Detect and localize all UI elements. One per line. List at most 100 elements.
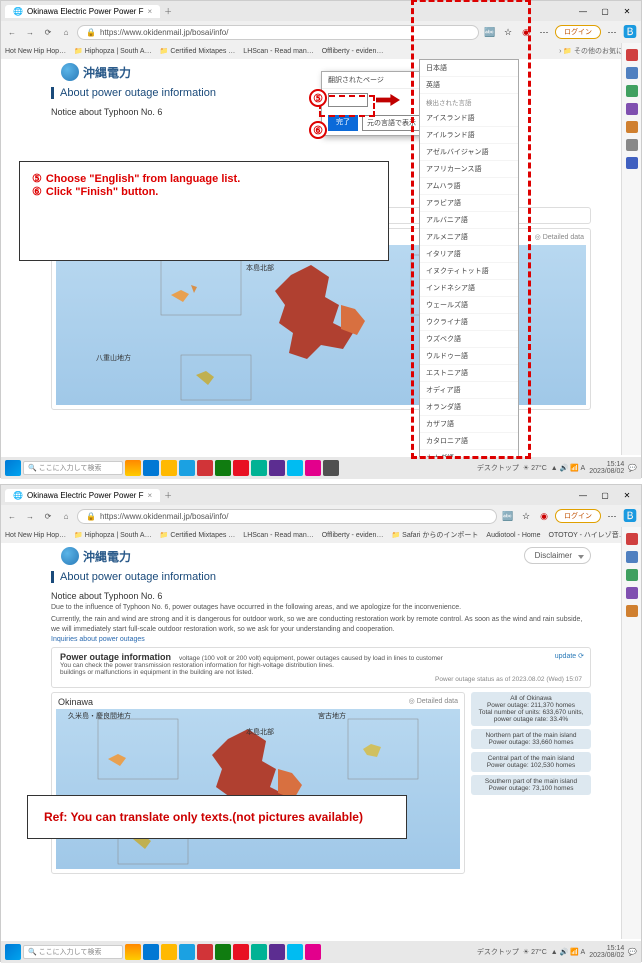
language-dropdown[interactable]: 日本語 英語 検出された言語 アイスランド語 アイルランド語 アゼルバイジャン語… xyxy=(419,59,519,457)
restore-button[interactable]: 元の言語で表示 xyxy=(362,115,421,131)
taskbar-app-icon[interactable] xyxy=(215,944,231,960)
taskbar-weather[interactable]: ☀ 27°C xyxy=(523,948,547,956)
bookmark-item[interactable]: 📁 Safari からのインポート xyxy=(391,530,478,540)
taskbar-desktop[interactable]: デスクトップ xyxy=(477,947,519,957)
opera-icon[interactable]: ◉ xyxy=(537,509,551,523)
star-icon[interactable]: ☆ xyxy=(519,509,533,523)
taskbar-weather[interactable]: ☀ 27°C xyxy=(523,464,547,472)
maximize-button[interactable]: ▢ xyxy=(595,4,615,18)
taskbar-app-icon[interactable] xyxy=(161,460,177,476)
lang-item[interactable]: 日本語 xyxy=(420,60,518,77)
outage-card-north[interactable]: Northern part of the main island Power o… xyxy=(471,729,591,749)
bookmark-item[interactable]: Audiotool - Home xyxy=(486,532,540,539)
taskbar-search[interactable]: 🔍 ここに入力して検索 xyxy=(23,461,123,475)
new-tab-button[interactable]: ＋ xyxy=(164,490,172,501)
taskbar-app-icon[interactable] xyxy=(179,460,195,476)
lang-item[interactable]: アゼルバイジャン語 xyxy=(420,144,518,161)
new-tab-button[interactable]: ＋ xyxy=(164,6,172,17)
sidebar-icon[interactable] xyxy=(626,49,638,61)
taskbar-search[interactable]: 🔍 ここに入力して検索 xyxy=(23,945,123,959)
detailed-data-link[interactable]: ◎ Detailed data xyxy=(535,233,584,243)
detailed-data-link[interactable]: ◎ Detailed data xyxy=(409,697,458,707)
okinawa-map[interactable]: 久米島・慶良間地方 本島北部 宮古地方 八重山地方 xyxy=(56,709,460,869)
lang-item[interactable]: カタロニア語 xyxy=(420,433,518,450)
reload-button[interactable]: ⟳ xyxy=(41,25,55,39)
sidebar-icon[interactable] xyxy=(626,533,638,545)
sidebar-icon[interactable] xyxy=(626,605,638,617)
lang-item[interactable]: イヌクティトット語 xyxy=(420,263,518,280)
sidebar-icon[interactable] xyxy=(626,139,638,151)
bookmark-item[interactable]: LHScan - Read man… xyxy=(243,532,313,539)
lang-item[interactable]: アムハラ語 xyxy=(420,178,518,195)
lang-item[interactable]: アルメニア語 xyxy=(420,229,518,246)
taskbar-app-icon[interactable] xyxy=(305,460,321,476)
outage-card-all[interactable]: All of Okinawa Power outage: 211,370 hom… xyxy=(471,692,591,726)
sidebar-icon[interactable] xyxy=(626,103,638,115)
taskbar-app-icon[interactable] xyxy=(125,460,141,476)
bookmark-item[interactable]: Offliberty - eviden… xyxy=(322,532,384,539)
taskbar-app-icon[interactable] xyxy=(233,944,249,960)
taskbar-app-icon[interactable] xyxy=(215,460,231,476)
taskbar-app-icon[interactable] xyxy=(305,944,321,960)
taskbar-app-icon[interactable] xyxy=(287,944,303,960)
update-badge[interactable]: update ⟳ xyxy=(555,652,584,660)
outage-card-central[interactable]: Central part of the main island Power ou… xyxy=(471,752,591,772)
maximize-button[interactable]: ▢ xyxy=(595,488,615,502)
taskbar-app-icon[interactable] xyxy=(323,460,339,476)
translate-icon[interactable]: 🔤 xyxy=(483,25,497,39)
bookmark-item[interactable]: OTOTOY - ハイレゾ音… xyxy=(549,530,626,540)
forward-button[interactable]: → xyxy=(23,509,37,523)
lang-item[interactable]: インドネシア語 xyxy=(420,280,518,297)
browser-tab[interactable]: 🌐 Okinawa Electric Power Power F × xyxy=(5,5,160,18)
sidebar-icon[interactable] xyxy=(626,157,638,169)
sidebar-icon[interactable] xyxy=(626,67,638,79)
url-input[interactable]: 🔒 https://www.okidenmail.jp/bosai/info/ xyxy=(77,509,497,524)
forward-button[interactable]: → xyxy=(23,25,37,39)
lang-item[interactable]: ウルドゥー語 xyxy=(420,348,518,365)
browser-tab[interactable]: 🌐 Okinawa Electric Power Power F × xyxy=(5,489,160,502)
bookmark-item[interactable]: 📁 Certified Mixtapes … xyxy=(160,47,236,55)
close-button[interactable]: ✕ xyxy=(617,488,637,502)
login-button[interactable]: ログイン xyxy=(555,25,601,39)
finish-button[interactable]: 完了 xyxy=(328,115,358,131)
home-button[interactable]: ⌂ xyxy=(59,25,73,39)
lang-item[interactable]: ウェールズ語 xyxy=(420,297,518,314)
bing-icon[interactable]: 🅱 xyxy=(623,509,637,523)
taskbar-app-icon[interactable] xyxy=(197,944,213,960)
bookmark-item[interactable]: LHScan - Read man… xyxy=(243,48,313,55)
close-button[interactable]: ✕ xyxy=(617,4,637,18)
ext-icon[interactable]: ⋯ xyxy=(537,25,551,39)
taskbar-app-icon[interactable] xyxy=(233,460,249,476)
taskbar-app-icon[interactable] xyxy=(143,944,159,960)
disclaimer-button[interactable]: Disclaimer xyxy=(524,547,591,564)
login-button[interactable]: ログイン xyxy=(555,509,601,523)
lang-item[interactable]: 英語 xyxy=(420,77,518,94)
inquiries-link[interactable]: Inquiries about power outages xyxy=(51,636,591,643)
start-button[interactable] xyxy=(5,460,21,476)
minimize-button[interactable]: — xyxy=(573,488,593,502)
back-button[interactable]: ← xyxy=(5,25,19,39)
lang-item[interactable]: イタリア語 xyxy=(420,246,518,263)
sidebar-icon[interactable] xyxy=(626,587,638,599)
lang-item[interactable]: カザフ語 xyxy=(420,416,518,433)
taskbar-app-icon[interactable] xyxy=(269,460,285,476)
taskbar-app-icon[interactable] xyxy=(269,944,285,960)
lang-item[interactable]: オランダ語 xyxy=(420,399,518,416)
back-button[interactable]: ← xyxy=(5,509,19,523)
bookmark-item[interactable]: Hot New Hip Hop… xyxy=(5,48,66,55)
url-input[interactable]: 🔒 https://www.okidenmail.jp/bosai/info/ xyxy=(77,25,479,40)
taskbar-app-icon[interactable] xyxy=(251,944,267,960)
minimize-button[interactable]: — xyxy=(573,4,593,18)
bing-icon[interactable]: 🅱 xyxy=(623,25,637,39)
star-icon[interactable]: ☆ xyxy=(501,25,515,39)
source-lang-box[interactable] xyxy=(328,93,368,107)
start-button[interactable] xyxy=(5,944,21,960)
taskbar-app-icon[interactable] xyxy=(287,460,303,476)
taskbar-app-icon[interactable] xyxy=(161,944,177,960)
bookmark-item[interactable]: Hot New Hip Hop… xyxy=(5,532,66,539)
outage-card-south[interactable]: Southern part of the main island Power o… xyxy=(471,775,591,795)
reload-button[interactable]: ⟳ xyxy=(41,509,55,523)
sidebar-icon[interactable] xyxy=(626,569,638,581)
lang-item[interactable]: ウズベク語 xyxy=(420,331,518,348)
menu-icon[interactable]: ⋯ xyxy=(605,25,619,39)
